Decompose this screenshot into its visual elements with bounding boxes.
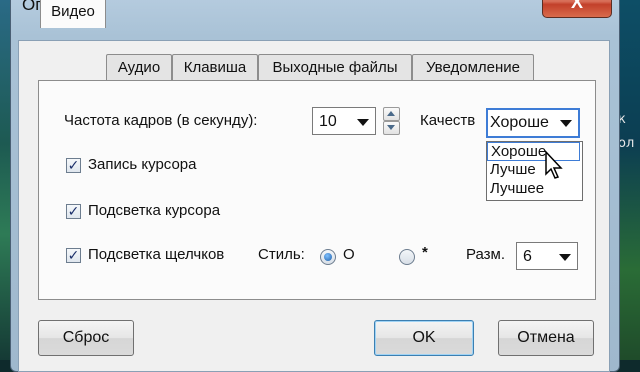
highlight-clicks-label: Подсветка щелчков: [88, 246, 225, 263]
size-label: Разм.: [466, 246, 506, 263]
close-button[interactable]: X: [542, 0, 612, 18]
size-value: 6: [523, 248, 532, 265]
reset-button[interactable]: Сброс: [38, 320, 134, 356]
record-cursor-checkbox[interactable]: ✓: [66, 158, 81, 173]
dropdown-option-better[interactable]: Лучше: [487, 161, 580, 180]
tab-output-files[interactable]: Выходные файлы: [258, 54, 412, 80]
close-icon: X: [570, 0, 583, 12]
chevron-down-icon: [357, 119, 369, 126]
cancel-button[interactable]: Отмена: [498, 320, 594, 356]
fps-label: Частота кадров (в секунду):: [64, 112, 258, 129]
style-label: Стиль:: [258, 246, 305, 263]
quality-label: Качеств: [420, 112, 476, 129]
quality-value: Хороше: [490, 114, 549, 131]
highlight-clicks-checkbox[interactable]: ✓: [66, 248, 81, 263]
style-option-o-label: O: [343, 246, 355, 263]
arrow-up-icon: [387, 111, 395, 116]
tab-video[interactable]: Видео: [40, 0, 106, 28]
style-radio-o[interactable]: [320, 249, 336, 265]
size-select[interactable]: 6: [516, 242, 578, 270]
quality-select[interactable]: Хороше: [486, 108, 580, 138]
fps-value: 10: [319, 113, 337, 130]
background-text: ол: [618, 136, 635, 151]
fps-select[interactable]: 10: [312, 107, 376, 135]
spin-up-button[interactable]: [383, 107, 400, 121]
dropdown-option-best[interactable]: Лучшее: [487, 180, 580, 199]
spin-down-button[interactable]: [383, 121, 400, 135]
tab-hotkey[interactable]: Клавиша: [172, 54, 258, 80]
highlight-cursor-checkbox[interactable]: ✓: [66, 204, 81, 219]
mouse-pointer-icon: [545, 150, 563, 179]
tab-notification[interactable]: Уведомление: [412, 54, 534, 80]
chevron-down-icon: [559, 254, 571, 261]
tab-audio[interactable]: Аудио: [106, 54, 172, 80]
ok-button[interactable]: OK: [374, 320, 474, 356]
quality-dropdown-list: Хороше Лучше Лучшее: [486, 141, 583, 201]
arrow-down-icon: [387, 125, 395, 130]
style-radio-star[interactable]: [399, 249, 415, 265]
dropdown-option-good[interactable]: Хороше: [487, 142, 580, 161]
record-cursor-label: Запись курсора: [88, 156, 197, 173]
radio-selected-dot: [324, 253, 332, 261]
chevron-down-icon: [560, 120, 572, 127]
style-option-star-label: *: [422, 244, 428, 261]
fps-spinner[interactable]: [383, 107, 400, 135]
highlight-cursor-label: Подсветка курсора: [88, 202, 221, 219]
